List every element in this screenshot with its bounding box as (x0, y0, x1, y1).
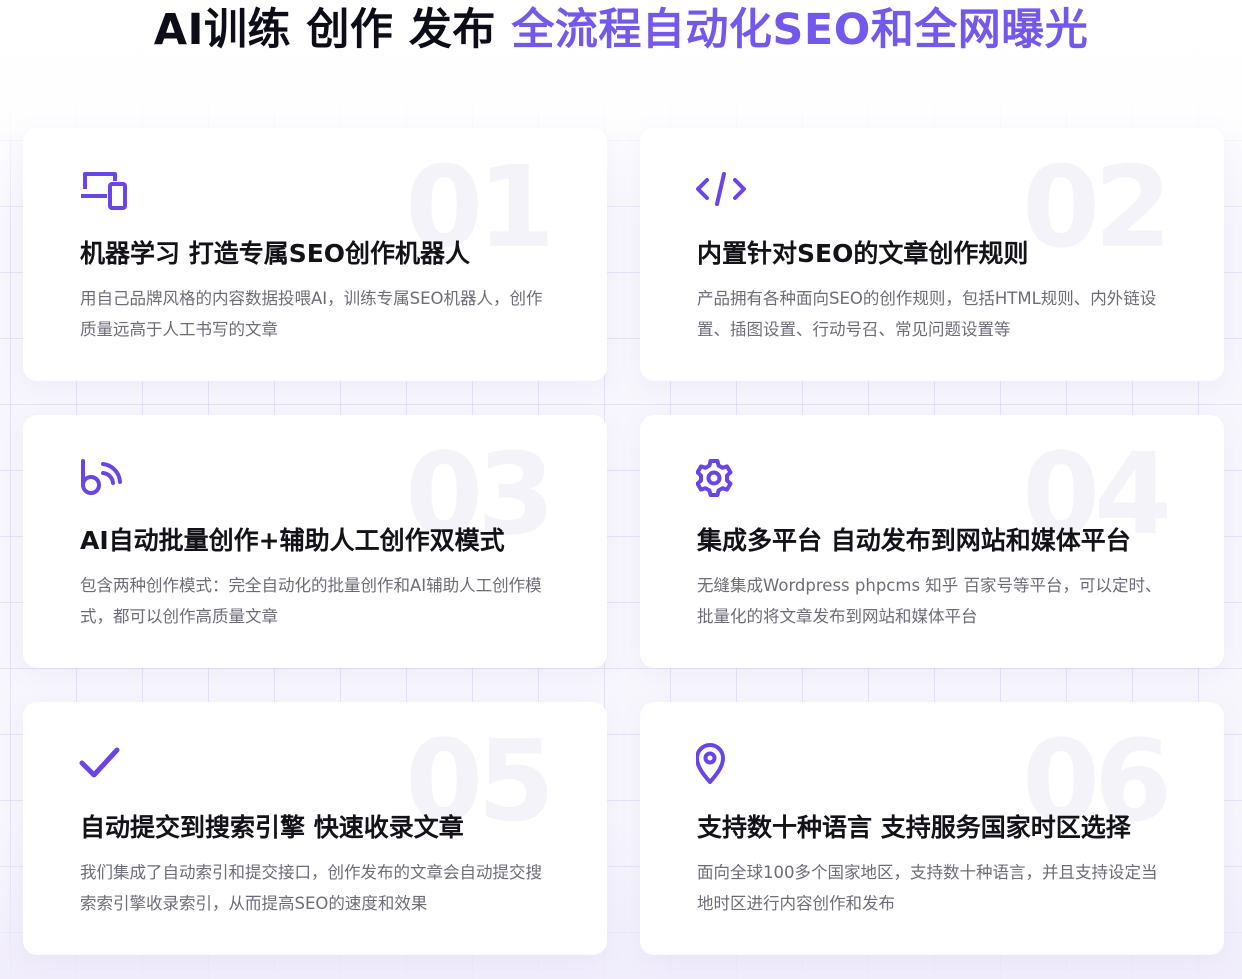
feature-title: AI自动批量创作+辅助人工创作双模式 (80, 526, 505, 555)
feature-title: 集成多平台 自动发布到网站和媒体平台 (697, 526, 1131, 555)
feature-card-languages: 06 支持数十种语言 支持服务国家时区选择 面向全球100多个国家地区，支持数十… (640, 702, 1224, 955)
feature-title: 机器学习 打造专属SEO创作机器人 (80, 239, 471, 268)
feature-description: 用自己品牌风格的内容数据投喂AI，训练专属SEO机器人，创作质量远高于人工书写的… (80, 289, 543, 339)
feature-title: 支持数十种语言 支持服务国家时区选择 (697, 813, 1131, 842)
feature-card-multi-platform: 04 集成多平台 自动发布到网站和媒体平台 无缝集成Wordpress phpc… (640, 415, 1224, 668)
page-headline: AI训练 创作 发布 全流程自动化SEO和全网曝光 (0, 2, 1242, 58)
headline-accent-part: 全流程自动化SEO和全网曝光 (511, 5, 1089, 55)
feature-description: 面向全球100多个国家地区，支持数十种语言，并且支持设定当地时区进行内容创作和发… (697, 863, 1158, 913)
feature-description: 包含两种创作模式：完全自动化的批量创作和AI辅助人工创作模式，都可以创作高质量文… (80, 576, 542, 626)
feature-number: 02 (1022, 143, 1172, 273)
broadcast-icon (79, 455, 129, 505)
feature-card-search-submit: 05 自动提交到搜索引擎 快速收录文章 我们集成了自动索引和提交接口，创作发布的… (23, 702, 607, 955)
code-icon (696, 168, 746, 218)
feature-card-seo-rules: 02 内置针对SEO的文章创作规则 产品拥有各种面向SEO的创作规则，包括HTM… (640, 128, 1224, 381)
checkmark-icon (79, 742, 129, 792)
feature-title: 内置针对SEO的文章创作规则 (697, 239, 1029, 268)
feature-description: 无缝集成Wordpress phpcms 知乎 百家号等平台，可以定时、批量化的… (697, 576, 1162, 626)
feature-card-machine-learning: 01 机器学习 打造专属SEO创作机器人 用自己品牌风格的内容数据投喂AI，训练… (23, 128, 607, 381)
headline-dark-part: AI训练 创作 发布 (153, 5, 512, 55)
location-pin-icon (696, 742, 746, 792)
gear-icon (696, 455, 746, 505)
feature-title: 自动提交到搜索引擎 快速收录文章 (80, 813, 464, 842)
devices-icon (79, 168, 129, 218)
feature-description: 产品拥有各种面向SEO的创作规则，包括HTML规则、内外链设置、插图设置、行动号… (697, 289, 1157, 339)
feature-description: 我们集成了自动索引和提交接口，创作发布的文章会自动提交搜索索引擎收录索引，从而提… (80, 863, 542, 913)
feature-card-dual-mode: 03 AI自动批量创作+辅助人工创作双模式 包含两种创作模式：完全自动化的批量创… (23, 415, 607, 668)
